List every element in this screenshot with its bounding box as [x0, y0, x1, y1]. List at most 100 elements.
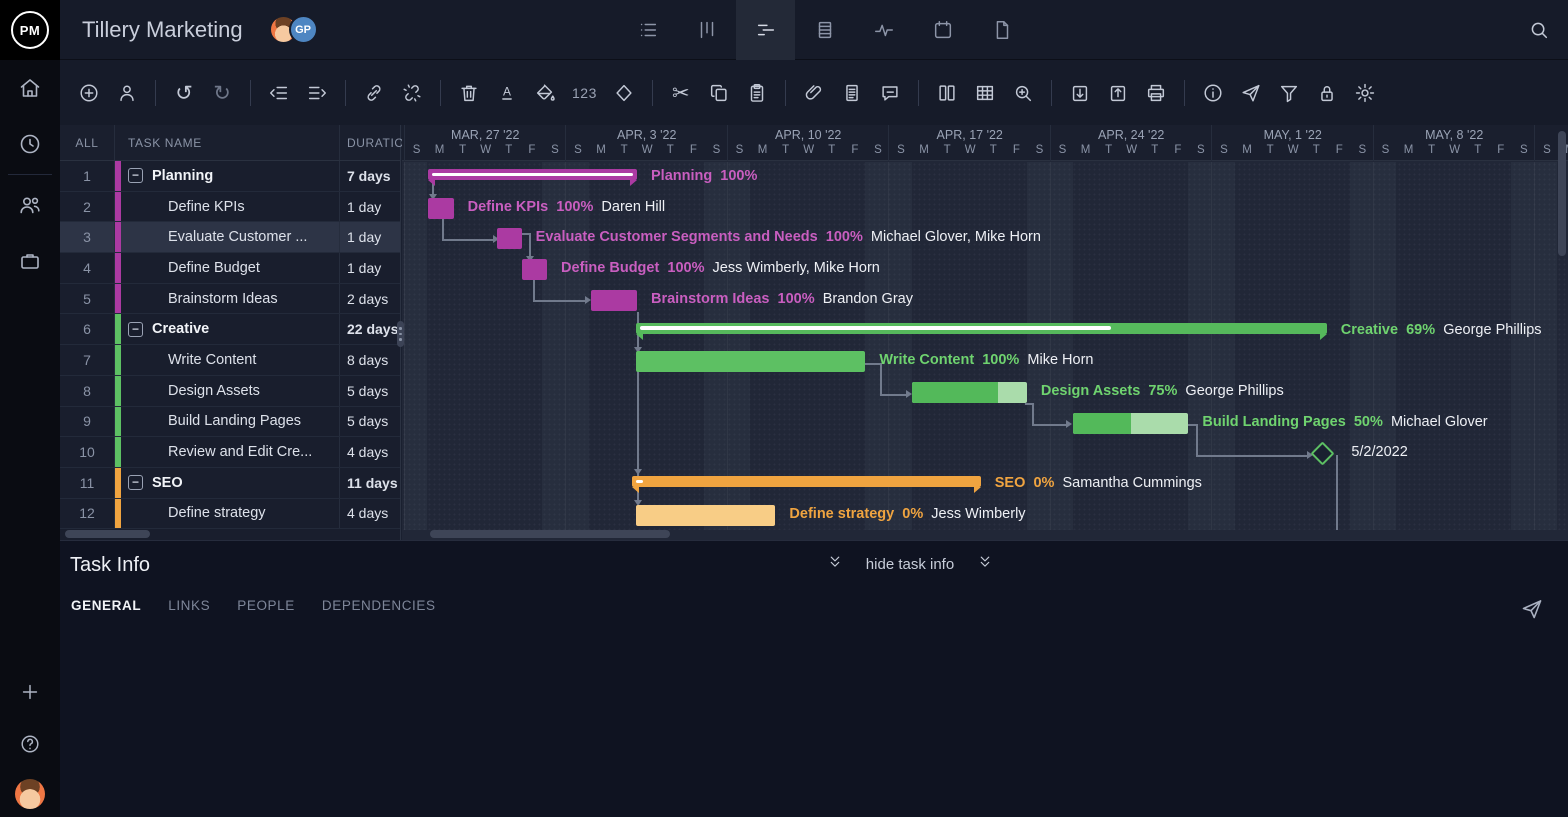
column-header-all[interactable]: ALL	[60, 125, 115, 160]
task-name-cell[interactable]: Write Content	[121, 345, 339, 375]
attachment-icon[interactable]	[803, 80, 825, 106]
duration-cell[interactable]: 8 days	[339, 345, 400, 375]
team-icon[interactable]	[0, 177, 60, 233]
import-icon[interactable]	[1069, 80, 1091, 106]
table-row-task-7[interactable]: 7Write Content8 days	[60, 345, 400, 376]
task-bar-write-content[interactable]	[636, 351, 866, 372]
home-icon[interactable]	[0, 60, 60, 116]
duration-cell[interactable]: 5 days	[339, 407, 400, 437]
hide-task-info-button[interactable]: hide task info	[760, 553, 1060, 576]
collapse-icon[interactable]: −	[128, 475, 143, 490]
user-avatar[interactable]	[15, 779, 45, 809]
table-row-task-5[interactable]: 5Brainstorm Ideas2 days	[60, 284, 400, 315]
column-header-task-name[interactable]: TASK NAME	[115, 136, 339, 150]
task-name-cell[interactable]: Review and Edit Cre...	[121, 437, 339, 467]
duration-cell[interactable]: 1 day	[339, 253, 400, 283]
view-tab-board-view[interactable]	[677, 0, 736, 60]
gantt-vertical-scrollbar[interactable]	[1558, 131, 1566, 491]
milestone-diamond[interactable]	[1311, 441, 1335, 465]
duration-cell[interactable]: 2 days	[339, 284, 400, 314]
pm-logo[interactable]: PM	[0, 0, 60, 60]
gantt-horizontal-scrollbar[interactable]	[402, 529, 1568, 538]
duration-cell[interactable]: 1 day	[339, 222, 400, 252]
table-row-task-3[interactable]: 3Evaluate Customer ...1 day	[60, 222, 400, 253]
toggle-columns-icon[interactable]	[936, 80, 958, 106]
task-name-cell[interactable]: Design Assets	[121, 376, 339, 406]
task-name-cell[interactable]: Evaluate Customer ...	[121, 222, 339, 252]
task-bar-define-budget[interactable]	[522, 259, 547, 280]
project-avatars[interactable]: GP	[269, 15, 318, 44]
duration-cell[interactable]: 4 days	[339, 437, 400, 467]
view-tab-sheet-view[interactable]	[795, 0, 854, 60]
duration-cell[interactable]: 11 days	[339, 468, 400, 498]
share-icon[interactable]	[1240, 80, 1262, 106]
table-row-task-12[interactable]: 12Define strategy4 days	[60, 499, 400, 529]
help-icon[interactable]	[0, 727, 60, 761]
outdent-icon[interactable]	[268, 80, 290, 106]
send-task-icon[interactable]	[1520, 597, 1544, 626]
task-name-cell[interactable]: Define KPIs	[121, 192, 339, 222]
task-name-cell[interactable]: −SEO	[121, 468, 339, 498]
task-name-cell[interactable]: Build Landing Pages	[121, 407, 339, 437]
task-bar-build-landing-pages[interactable]	[1073, 413, 1188, 434]
table-row-task-4[interactable]: 4Define Budget1 day	[60, 253, 400, 284]
duration-cell[interactable]: 22 days	[339, 314, 400, 344]
pane-resize-handle[interactable]	[397, 321, 404, 347]
task-bar-evaluate-customer-segments-and-needs[interactable]	[497, 228, 521, 249]
info-icon[interactable]	[1202, 80, 1224, 106]
task-bar-design-assets[interactable]	[912, 382, 1027, 403]
font-icon[interactable]: A	[496, 80, 518, 106]
view-tab-activity-view[interactable]	[854, 0, 913, 60]
filter-icon[interactable]	[1278, 80, 1300, 106]
task-bar-brainstorm-ideas[interactable]	[591, 290, 637, 311]
summary-bar-seo[interactable]	[632, 476, 980, 487]
search-icon[interactable]	[1528, 0, 1550, 60]
table-grid-icon[interactable]	[974, 80, 996, 106]
column-header-duration[interactable]: DURATION	[339, 125, 400, 160]
task-info-tab-dependencies[interactable]: DEPENDENCIES	[322, 598, 436, 613]
comment-icon[interactable]	[879, 80, 901, 106]
table-horizontal-scrollbar[interactable]	[60, 529, 400, 538]
plus-icon[interactable]	[0, 675, 60, 709]
duration-cell[interactable]: 5 days	[339, 376, 400, 406]
view-tab-gantt-view[interactable]	[736, 0, 795, 60]
view-tab-calendar-view[interactable]	[913, 0, 972, 60]
duration-cell[interactable]: 7 days	[339, 161, 400, 191]
table-row-task-6[interactable]: 6−Creative22 days	[60, 314, 400, 345]
milestone-diamond-icon[interactable]	[613, 80, 635, 106]
zoom-in-icon[interactable]	[1012, 80, 1034, 106]
lock-icon[interactable]	[1316, 80, 1338, 106]
clock-icon[interactable]	[0, 116, 60, 172]
notes-icon[interactable]	[841, 80, 863, 106]
table-row-task-2[interactable]: 2Define KPIs1 day	[60, 192, 400, 223]
export-icon[interactable]	[1107, 80, 1129, 106]
member-avatar-gp[interactable]: GP	[289, 15, 318, 44]
print-icon[interactable]	[1145, 80, 1167, 106]
copy-icon[interactable]	[708, 80, 730, 106]
collapse-icon[interactable]: −	[128, 168, 143, 183]
task-name-cell[interactable]: Define strategy	[121, 499, 339, 529]
view-tab-list-view[interactable]	[618, 0, 677, 60]
task-name-cell[interactable]: Brainstorm Ideas	[121, 284, 339, 314]
task-name-cell[interactable]: −Planning	[121, 161, 339, 191]
indent-icon[interactable]	[306, 80, 328, 106]
table-row-task-11[interactable]: 11−SEO11 days	[60, 468, 400, 499]
duration-cell[interactable]: 4 days	[339, 499, 400, 529]
briefcase-icon[interactable]	[0, 233, 60, 289]
add-task-icon[interactable]	[78, 80, 100, 106]
paste-icon[interactable]	[746, 80, 768, 106]
view-tab-docs-view[interactable]	[972, 0, 1031, 60]
numbers-123[interactable]: 123	[572, 80, 597, 106]
gantt-chart-body[interactable]: Planning 100%Define KPIs 100% Daren Hill…	[402, 162, 1568, 530]
delete-icon[interactable]	[458, 80, 480, 106]
settings-icon[interactable]	[1354, 80, 1376, 106]
task-info-tab-general[interactable]: GENERAL	[71, 598, 141, 613]
cut-icon[interactable]: ✂	[670, 80, 692, 106]
task-info-tab-people[interactable]: PEOPLE	[237, 598, 295, 613]
task-info-tab-links[interactable]: LINKS	[168, 598, 210, 613]
summary-bar-creative[interactable]	[636, 323, 1327, 334]
task-bar-define-kpis[interactable]	[428, 198, 453, 219]
table-row-task-9[interactable]: 9Build Landing Pages5 days	[60, 407, 400, 438]
table-row-task-8[interactable]: 8Design Assets5 days	[60, 376, 400, 407]
task-bar-define-strategy[interactable]	[636, 505, 776, 526]
